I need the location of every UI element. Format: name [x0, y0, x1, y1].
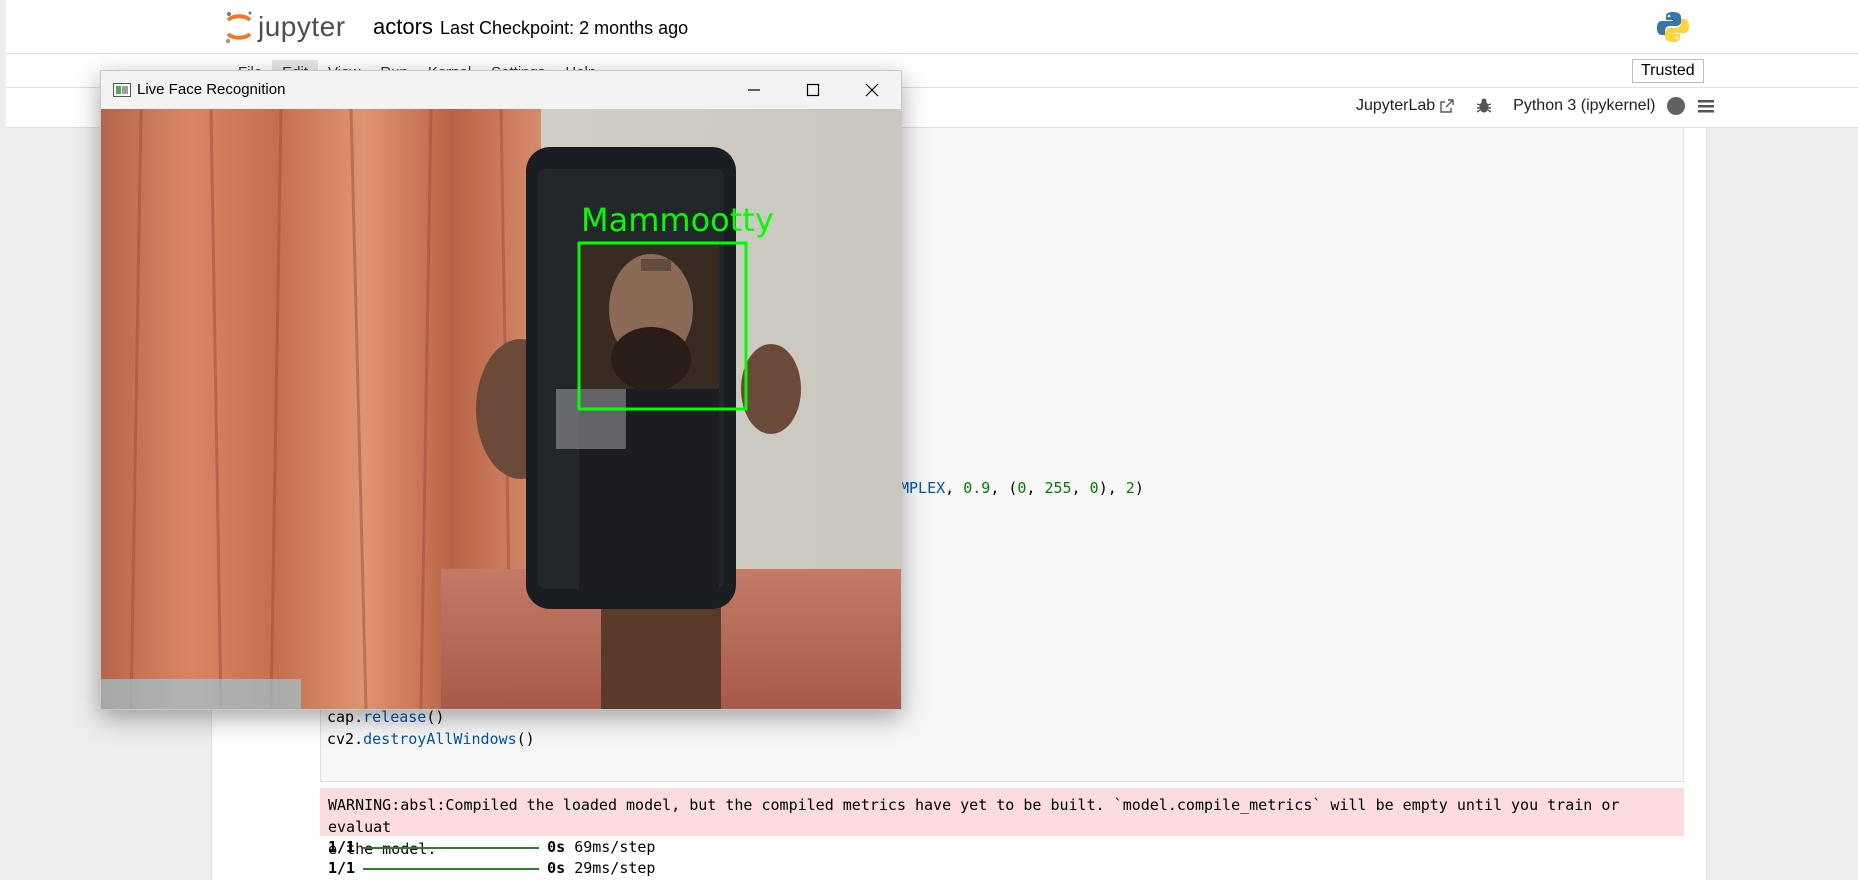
camera-feed: Mammootty — [101, 109, 901, 709]
minimize-button[interactable] — [731, 75, 777, 105]
code-release-end: () — [426, 708, 445, 726]
code-destroy-fn: destroyAllWindows — [363, 730, 517, 748]
bug-icon[interactable] — [1475, 97, 1493, 115]
checkpoint-status: Last Checkpoint: 2 months ago — [440, 18, 689, 38]
jupyterlab-link[interactable]: JupyterLab — [1356, 97, 1455, 115]
jupyter-logo-icon — [225, 11, 252, 44]
step-time: 0s — [547, 859, 566, 877]
window-app-icon — [113, 83, 131, 97]
jupyterlab-label: JupyterLab — [1356, 97, 1436, 114]
step-output-1: 1/1 0s 69ms/step — [328, 838, 655, 856]
camera-frame: Mammootty — [101, 109, 901, 709]
close-button[interactable] — [849, 75, 895, 105]
jupyter-logo-text: jupyter — [258, 11, 346, 42]
menu-icon[interactable] — [1697, 98, 1715, 114]
code-destroy-end: () — [516, 730, 535, 748]
window-title: Live Face Recognition — [137, 81, 286, 98]
jupyter-logo[interactable]: jupyter — [224, 10, 346, 44]
kernel-name[interactable]: Python 3 (ipykernel) — [1513, 97, 1655, 115]
step-time: 0s — [547, 838, 566, 856]
progress-bar — [363, 867, 540, 870]
step-rate: 29ms/step — [574, 859, 656, 877]
code-release-obj: cap. — [327, 708, 364, 726]
external-link-icon — [1440, 99, 1454, 113]
code-line-puttext: MPLEX, 0.9, (0, 255, 0), 2) — [900, 479, 1144, 497]
step-output-2: 1/1 0s 29ms/step — [328, 859, 655, 877]
code-release-fn: release — [363, 708, 427, 726]
trusted-badge[interactable]: Trusted — [1632, 59, 1704, 83]
warning-line-1: WARNING:absl:Compiled the loaded model, … — [328, 796, 1620, 836]
detected-face-label: Mammootty — [581, 201, 774, 239]
progress-bar — [363, 846, 540, 849]
code-line-release: cap.release() — [327, 708, 444, 726]
step-count: 1/1 — [328, 838, 356, 856]
code-destroy-obj: cv2. — [327, 730, 364, 748]
step-count: 1/1 — [328, 859, 356, 877]
window-titlebar[interactable]: Live Face Recognition — [101, 71, 901, 109]
python-logo-icon — [1656, 10, 1690, 48]
step-rate: 69ms/step — [574, 838, 656, 856]
code-line-destroy: cv2.destroyAllWindows() — [327, 730, 535, 748]
toolbar-right: JupyterLab Python 3 (ipykernel) — [1356, 97, 1715, 115]
desktop: { "jupyter": { "logo_text": "jupyter", "… — [0, 0, 1858, 880]
warning-output: WARNING:absl:Compiled the loaded model, … — [320, 788, 1684, 858]
notebook-name[interactable]: actors — [373, 14, 433, 40]
maximize-icon — [806, 83, 820, 97]
minimize-icon — [748, 89, 760, 91]
close-icon — [865, 83, 879, 97]
maximize-button[interactable] — [790, 75, 836, 105]
live-face-recognition-window[interactable]: Live Face Recognition Mammootty — [100, 70, 902, 710]
kernel-status-icon — [1667, 97, 1686, 115]
